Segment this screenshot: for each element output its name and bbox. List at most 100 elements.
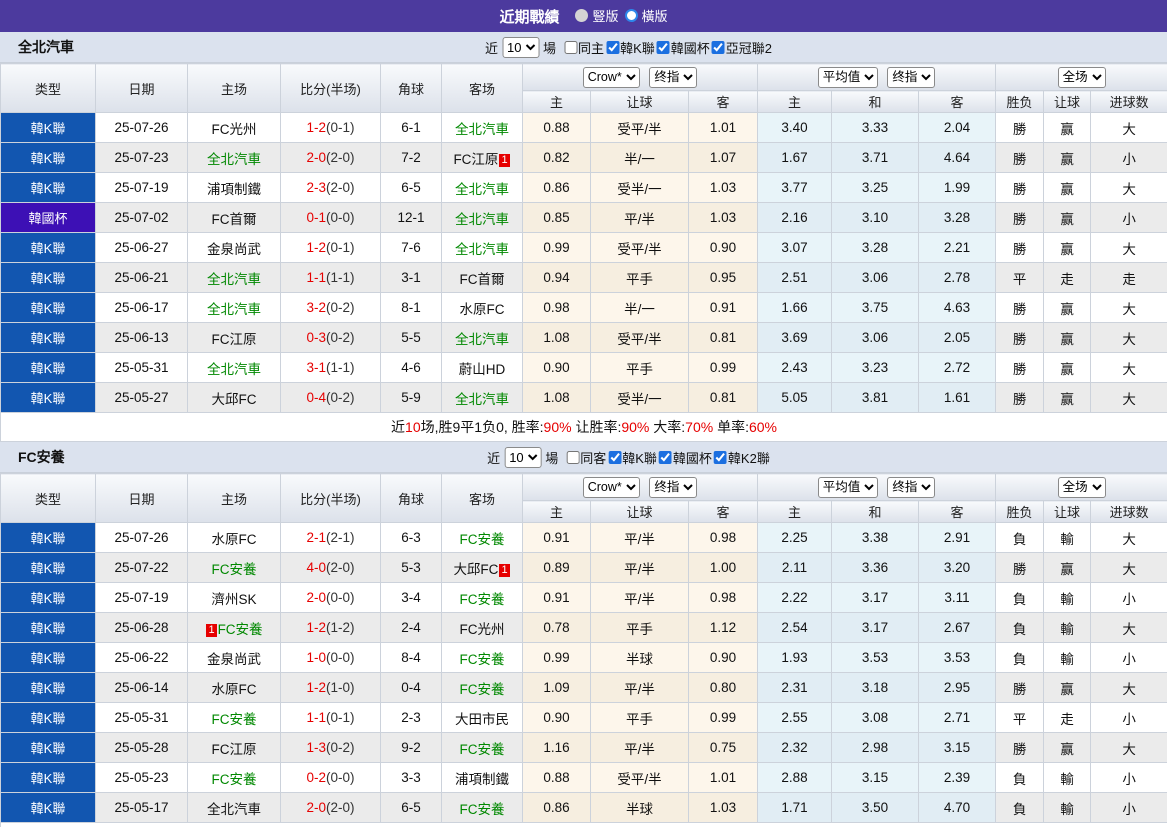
rank-badge: 1 (206, 623, 217, 637)
fulltime-score: 4-0 (306, 560, 326, 575)
away-team-cell: FC安養 (441, 792, 523, 823)
away-team-cell: 蔚山HD (441, 352, 523, 383)
avg-kind-select[interactable]: 终指 (887, 476, 936, 498)
odds-source-select[interactable]: Crow* (582, 66, 640, 88)
corner-cell: 3-1 (380, 262, 442, 293)
match-date-cell: 25-07-26 (95, 112, 188, 143)
handicap-cell: 平手 (590, 352, 689, 383)
league-checkbox[interactable] (711, 40, 725, 54)
table-row: 韓國杯 25-07-02 FC首爾 0-1(0-0) 12-1 全北汽車 0.85 平/半 1.… (0, 202, 1167, 233)
section-header: 全北汽車 近 10 場 同主 韓K聯 韓國杯 亞冠聯2 (0, 32, 1167, 63)
league-checkbox[interactable] (656, 40, 670, 54)
fulltime-score: 1-2 (306, 620, 326, 635)
fulltime-score: 1-1 (306, 270, 326, 285)
home-team-cell: FC江原 (187, 322, 281, 353)
score-cell: 0-4(0-2) (280, 382, 381, 413)
table-row: 韓K聯 25-07-19 濟州SK 2-0(0-0) 3-4 FC安養 0.91 平/半 0.9… (0, 582, 1167, 613)
avg-draw-cell: 2.98 (831, 732, 920, 763)
away-team-cell: 大田市民 (441, 702, 523, 733)
halftime-score: (0-0) (326, 650, 355, 665)
league-checkbox-label: 韓國杯 (670, 40, 710, 56)
avg-header-group: 平均值 终指 (757, 473, 997, 501)
subcol-header-avg-away: 客 (918, 90, 997, 113)
league-type-cell: 韓K聯 (0, 642, 96, 673)
handicap-result-cell: 赢 (1043, 232, 1092, 263)
handicap-result-cell: 赢 (1043, 202, 1092, 233)
handicap-cell: 半/一 (590, 292, 689, 323)
home-team-cell: FC江原 (187, 732, 281, 763)
scope-select[interactable]: 全场 (1057, 66, 1106, 88)
avg-draw-cell: 3.06 (831, 262, 920, 293)
handicap-result-cell: 輸 (1043, 762, 1092, 793)
match-date-cell: 25-05-28 (95, 732, 188, 763)
radio-unchecked-icon (575, 8, 589, 22)
avg-away-cell: 2.39 (918, 762, 997, 793)
odds-source-select[interactable]: Crow* (582, 476, 640, 498)
layout-radio-1[interactable]: 豎版 (575, 6, 619, 25)
subcol-header-goals: 进球数 (1090, 500, 1167, 523)
avg-source-select[interactable]: 平均值 (817, 476, 878, 498)
avg-home-cell: 1.67 (757, 142, 833, 173)
score-cell: 2-3(2-0) (280, 172, 381, 203)
home-odds-cell: 1.08 (522, 382, 591, 413)
avg-away-cell: 4.64 (918, 142, 997, 173)
same-venue-checkbox[interactable] (564, 40, 578, 54)
subcol-header-handicap-result: 让球 (1043, 90, 1092, 113)
recent-count-select[interactable]: 10 (502, 36, 540, 58)
scope-header-group: 全场 (995, 473, 1167, 501)
summary-row: 近10场,胜3平1负6, 胜率:30% 让胜率:30% 大率:50% 单率:40… (0, 822, 1167, 827)
recent-matches-table: 类型 日期 主场 比分(半场) 角球 客场 Crow* 终指 平均值 终指 全场… (0, 473, 1167, 827)
goals-result-cell: 小 (1090, 792, 1167, 823)
score-cell: 3-2(0-2) (280, 292, 381, 323)
league-checkbox[interactable] (608, 450, 622, 464)
fulltime-score: 0-4 (306, 390, 326, 405)
fulltime-score: 0-3 (306, 330, 326, 345)
avg-draw-cell: 3.53 (831, 642, 920, 673)
avg-kind-select[interactable]: 终指 (887, 66, 936, 88)
recent-count-select[interactable]: 10 (504, 446, 542, 468)
team-name: 水原FC (211, 681, 257, 697)
goals-result-cell: 大 (1090, 322, 1167, 353)
avg-home-cell: 3.07 (757, 232, 833, 263)
avg-home-cell: 2.11 (757, 552, 833, 583)
home-odds-cell: 0.88 (522, 762, 591, 793)
away-team-cell: FC安養 (441, 672, 523, 703)
page-title: 近期戰績 (499, 8, 560, 26)
team-name: FC江原 (211, 331, 257, 347)
home-odds-cell: 0.86 (522, 172, 591, 203)
home-team-cell: 濟州SK (187, 582, 281, 613)
avg-away-cell: 1.61 (918, 382, 997, 413)
subcol-header-avg-away: 客 (918, 500, 997, 523)
corner-cell: 6-5 (380, 792, 442, 823)
col-header-home: 主场 (187, 63, 281, 113)
team-name: 金泉尚武 (207, 651, 261, 667)
league-checkbox[interactable] (658, 450, 672, 464)
matches-tbody: 韓K聯 25-07-26 FC光州 1-2(0-1) 6-1 全北汽車 0.88 受平/半 1.… (0, 112, 1167, 413)
away-odds-cell: 0.80 (687, 672, 759, 703)
match-date-cell: 25-07-19 (95, 582, 188, 613)
match-date-cell: 25-06-17 (95, 292, 188, 323)
layout-radio-2[interactable]: 橫版 (624, 6, 668, 25)
col-header-away: 客场 (441, 63, 523, 113)
match-date-cell: 25-07-19 (95, 172, 188, 203)
col-header-date: 日期 (95, 63, 188, 113)
same-venue-label: 同客 (580, 450, 607, 466)
team-name: FC首爾 (211, 211, 257, 227)
avg-draw-cell: 3.18 (831, 672, 920, 703)
league-type-cell: 韓K聯 (0, 322, 96, 353)
odds-kind-select[interactable]: 终指 (649, 66, 698, 88)
goals-result-cell: 小 (1090, 202, 1167, 233)
avg-home-cell: 2.25 (757, 522, 833, 553)
league-checkbox[interactable] (713, 450, 727, 464)
avg-source-select[interactable]: 平均值 (817, 66, 878, 88)
table-row: 韓K聯 25-07-23 全北汽車 2-0(2-0) 7-2 FC江原 1 0.82 半/一 1.… (0, 142, 1167, 173)
odds-kind-select[interactable]: 终指 (649, 476, 698, 498)
same-venue-checkbox[interactable] (566, 450, 580, 464)
match-result-cell: 勝 (995, 732, 1045, 763)
fulltime-score: 0-2 (306, 770, 326, 785)
league-checkbox[interactable] (606, 40, 620, 54)
scope-select[interactable]: 全场 (1057, 476, 1106, 498)
fulltime-score: 1-2 (306, 680, 326, 695)
away-odds-cell: 0.98 (687, 522, 759, 553)
score-cell: 1-2(1-2) (280, 612, 381, 643)
